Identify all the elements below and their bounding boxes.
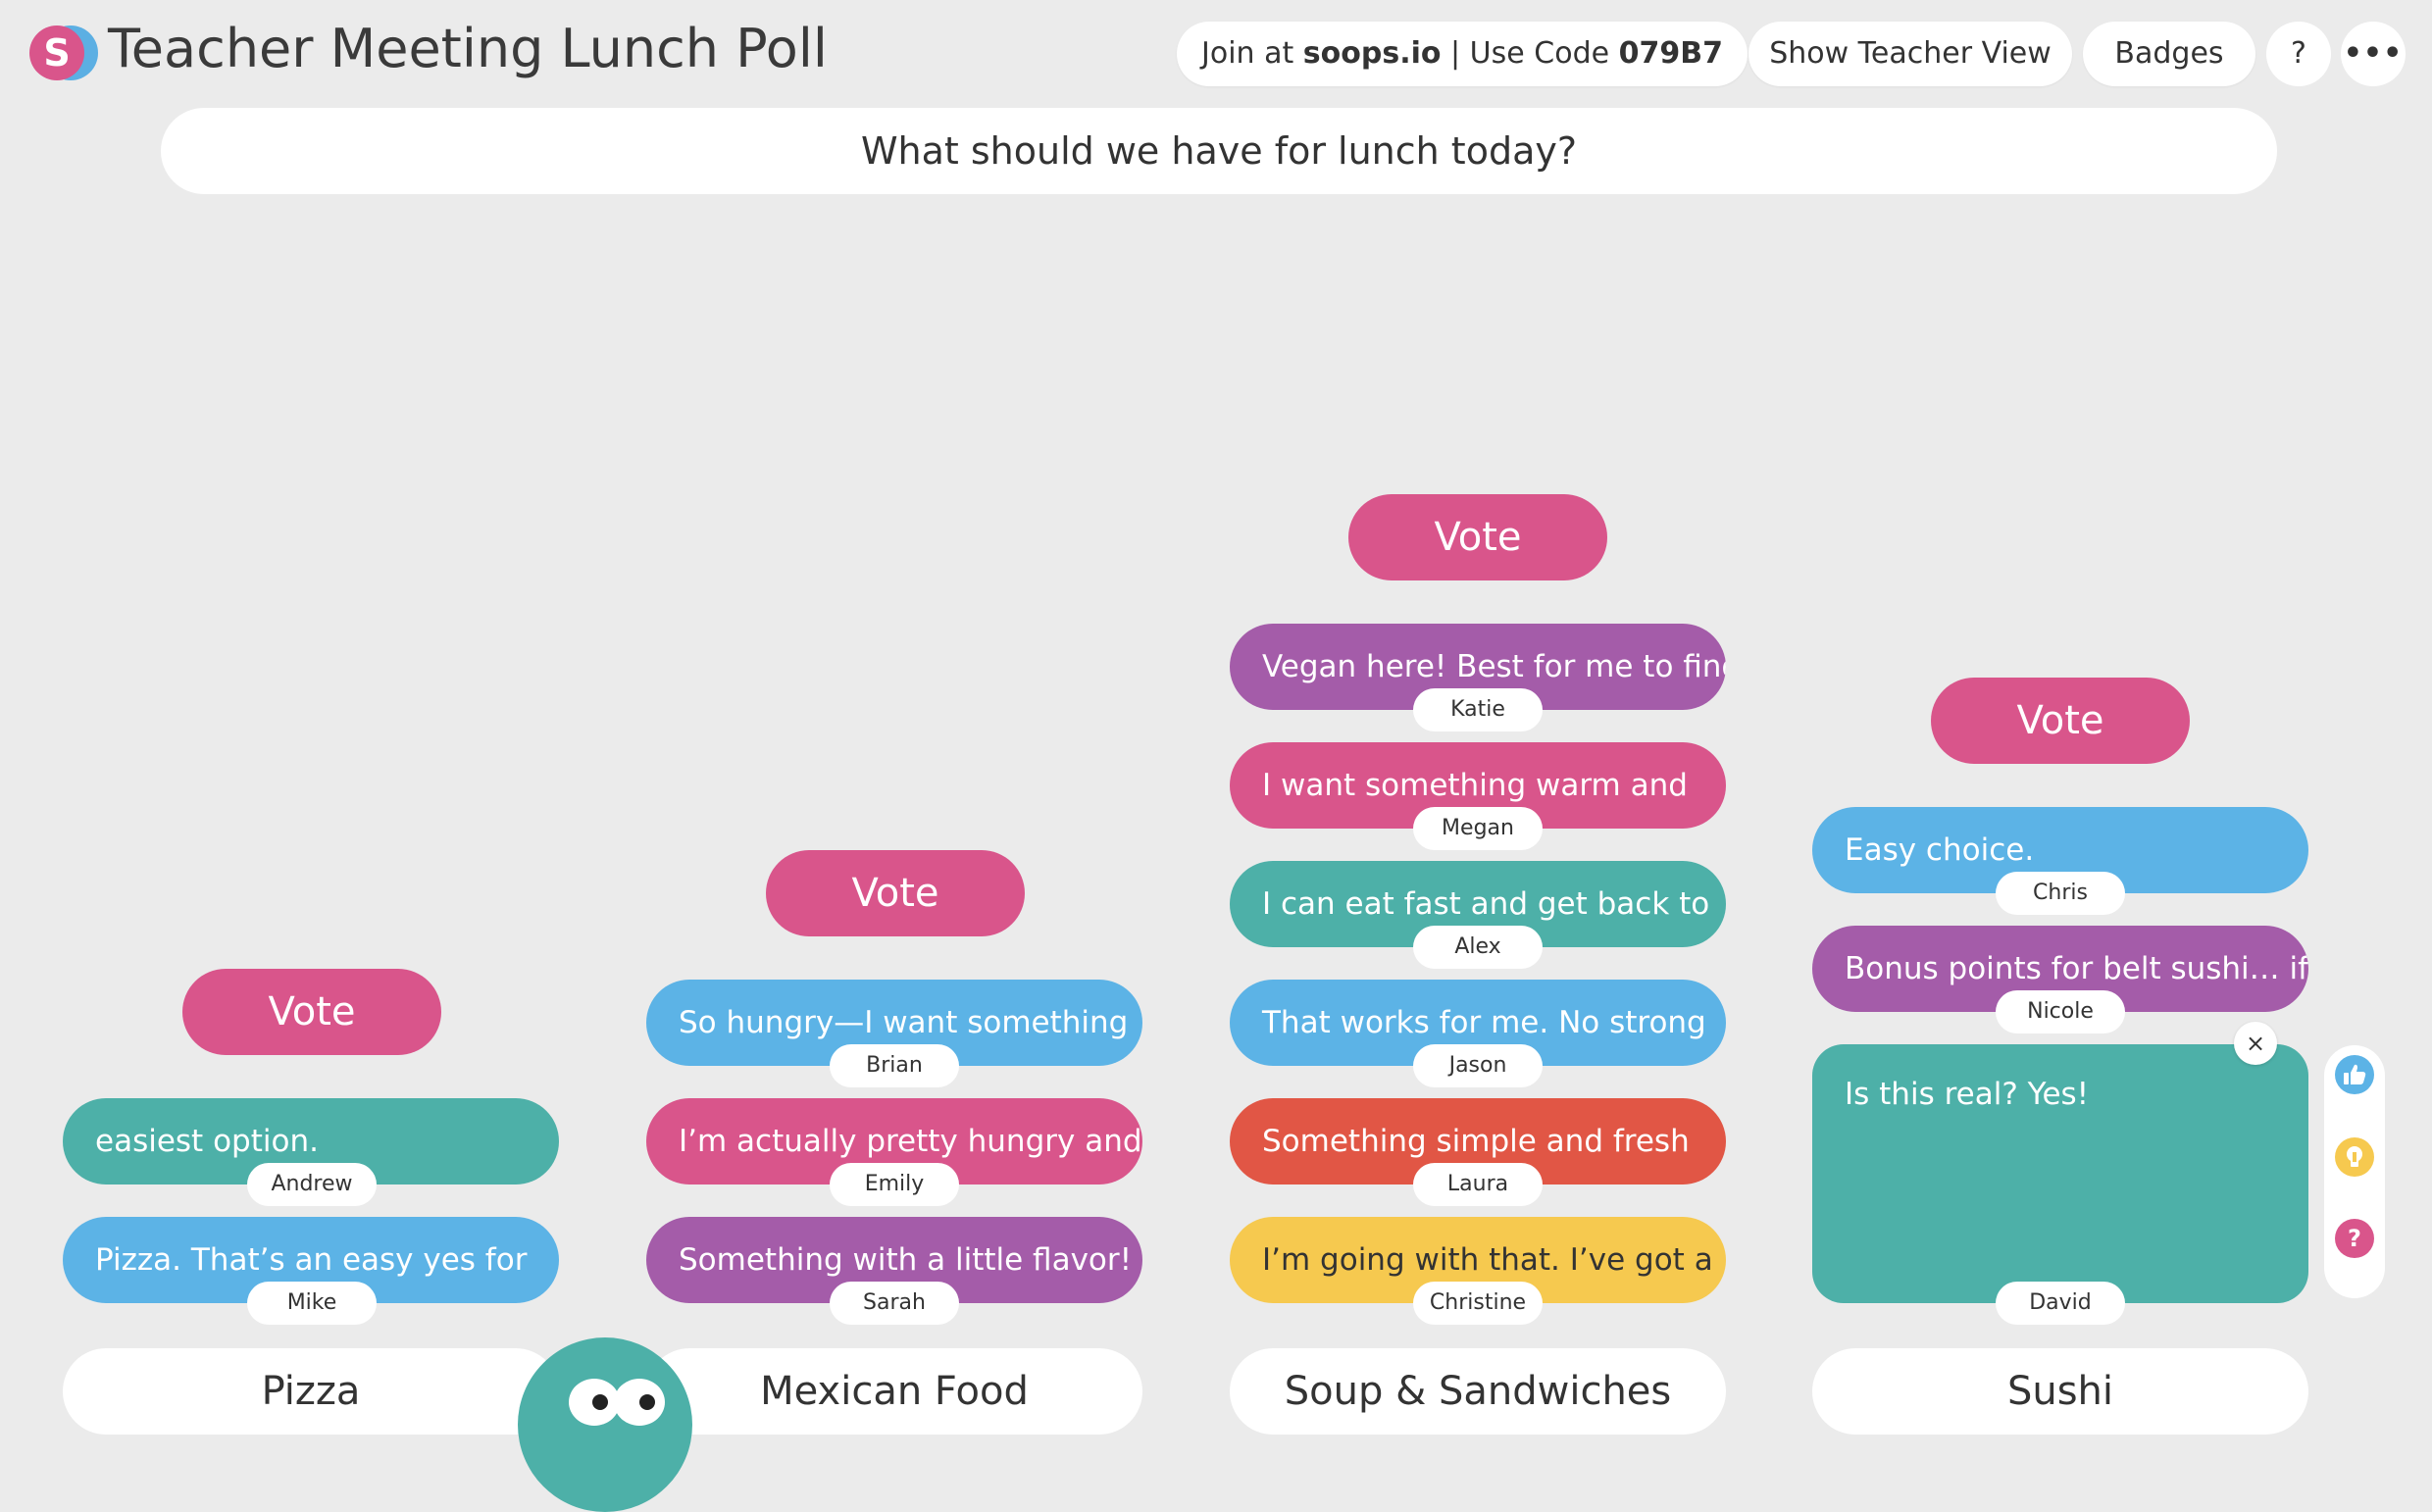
response-author: Megan xyxy=(1413,807,1543,850)
poll-question: What should we have for lunch today? xyxy=(161,108,2277,194)
column-label-sushi: Sushi xyxy=(1812,1348,2308,1435)
response-author: Christine xyxy=(1413,1282,1543,1325)
response-author: Brian xyxy=(830,1044,959,1087)
logo-letter: S xyxy=(29,25,84,80)
response-author: Jason xyxy=(1413,1044,1543,1087)
lightbulb-icon[interactable] xyxy=(2332,1134,2377,1180)
join-code-button[interactable]: Join at soops.io | Use Code 079B7 xyxy=(1177,22,1748,86)
more-menu-button[interactable]: ••• xyxy=(2341,22,2406,86)
page-title: Teacher Meeting Lunch Poll xyxy=(108,18,828,79)
response-author: David xyxy=(1996,1282,2125,1325)
expanded-response-card[interactable]: Is this real? Yes! xyxy=(1812,1044,2308,1303)
join-site: soops.io xyxy=(1302,36,1442,71)
column-label-mexican-food: Mexican Food xyxy=(646,1348,1142,1435)
response-author: Sarah xyxy=(830,1282,959,1325)
soops-logo: S xyxy=(29,25,100,80)
response-author: Nicole xyxy=(1996,990,2125,1033)
join-prefix: Join at xyxy=(1201,36,1303,71)
join-mid: | Use Code xyxy=(1441,36,1619,71)
column-label-soup-sandwiches: Soup & Sandwiches xyxy=(1230,1348,1726,1435)
response-author: Alex xyxy=(1413,926,1543,969)
response-author: Chris xyxy=(1996,872,2125,915)
show-teacher-view-button[interactable]: Show Teacher View xyxy=(1748,22,2072,86)
column-label-pizza: Pizza xyxy=(63,1348,559,1435)
thumbs-up-icon[interactable] xyxy=(2332,1052,2377,1097)
mascot-icon xyxy=(518,1337,692,1512)
help-button[interactable]: ? xyxy=(2266,22,2331,86)
vote-button-soup-sandwiches[interactable]: Vote xyxy=(1348,494,1607,580)
vote-button-sushi[interactable]: Vote xyxy=(1931,678,2190,764)
response-author: Emily xyxy=(830,1163,959,1206)
close-card-button[interactable]: × xyxy=(2234,1022,2277,1065)
join-code: 079B7 xyxy=(1618,36,1723,71)
question-icon[interactable]: ? xyxy=(2332,1216,2377,1261)
badges-button[interactable]: Badges xyxy=(2083,22,2255,86)
vote-button-mexican-food[interactable]: Vote xyxy=(766,850,1025,936)
response-author: Andrew xyxy=(247,1163,377,1206)
svg-text:?: ? xyxy=(2348,1225,2361,1252)
vote-button-pizza[interactable]: Vote xyxy=(182,969,441,1055)
response-author: Mike xyxy=(247,1282,377,1325)
response-author: Katie xyxy=(1413,688,1543,731)
response-author: Laura xyxy=(1413,1163,1543,1206)
